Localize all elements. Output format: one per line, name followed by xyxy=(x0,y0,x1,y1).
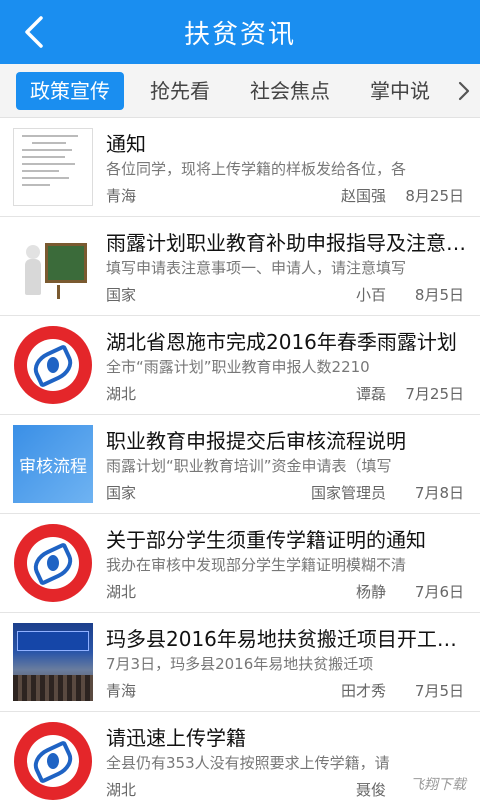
news-item[interactable]: 审核流程 职业教育申报提交后审核流程说明 雨露计划“职业教育培训”资金申请表（填… xyxy=(0,415,480,514)
audit-flow-thumbnail: 审核流程 xyxy=(13,425,93,503)
news-author: 小百 xyxy=(355,286,386,304)
poverty-info-badge-thumbnail xyxy=(13,326,93,404)
news-title: 玛多县2016年易地扶贫搬迁项目开工仪式 xyxy=(106,627,466,651)
news-item[interactable]: 请迅速上传学籍 全县仍有353人没有按照要求上传学籍，请 湖北 聂俊 xyxy=(0,712,480,800)
news-title: 雨露计划职业教育补助申报指导及注意事项 xyxy=(106,231,466,255)
back-button[interactable] xyxy=(14,12,54,52)
news-region: 国家 xyxy=(106,286,137,304)
news-date: 7月8日 xyxy=(414,484,464,502)
news-summary: 7月3日，玛多县2016年易地扶贫搬迁项 xyxy=(106,655,374,673)
news-region: 青海 xyxy=(106,682,137,700)
page-title: 扶贫资讯 xyxy=(183,19,296,50)
chevron-right-icon xyxy=(458,81,470,101)
news-date: 7月6日 xyxy=(414,583,464,601)
poverty-info-badge-thumbnail xyxy=(13,524,93,602)
news-item[interactable]: 通知 各位同学，现将上传学籍的样板发给各位，各 青海 赵国强 8月25日 xyxy=(0,118,480,217)
news-summary: 全市“雨露计划”职业教育申报人数2210 xyxy=(106,358,370,376)
news-item[interactable]: 湖北省恩施市完成2016年春季雨露计划 全市“雨露计划”职业教育申报人数2210… xyxy=(0,316,480,415)
category-tabs: 政策宣传 抢先看 社会焦点 掌中说 xyxy=(0,64,480,118)
news-region: 青海 xyxy=(106,187,137,205)
poverty-info-badge-thumbnail xyxy=(13,722,93,800)
news-author: 赵国强 xyxy=(340,187,386,205)
app-header: 扶贫资讯 xyxy=(0,0,480,64)
news-title: 通知 xyxy=(106,132,146,156)
news-item[interactable]: 雨露计划职业教育补助申报指导及注意事项 填写申请表注意事项一、申请人，请注意填写… xyxy=(0,217,480,316)
news-date: 8月5日 xyxy=(414,286,464,304)
news-summary: 我办在审核中发现部分学生学籍证明模糊不清 xyxy=(106,556,407,574)
news-region: 湖北 xyxy=(106,385,137,403)
document-thumbnail xyxy=(13,128,93,206)
news-title: 请迅速上传学籍 xyxy=(106,726,246,750)
news-date: 7月5日 xyxy=(414,682,464,700)
news-item[interactable]: 玛多县2016年易地扶贫搬迁项目开工仪式 7月3日，玛多县2016年易地扶贫搬迁… xyxy=(0,613,480,712)
news-author: 田才秀 xyxy=(340,682,386,700)
tab-social-focus[interactable]: 社会焦点 xyxy=(236,72,344,110)
news-item[interactable]: 关于部分学生须重传学籍证明的通知 我办在审核中发现部分学生学籍证明模糊不清 湖北… xyxy=(0,514,480,613)
tabs-scroll-right-button[interactable] xyxy=(446,64,480,117)
news-region: 湖北 xyxy=(106,583,137,601)
ceremony-photo-thumbnail xyxy=(13,623,93,701)
news-summary: 全县仍有353人没有按照要求上传学籍，请 xyxy=(106,754,390,772)
watermark-logo: 飞翔下载 xyxy=(410,777,466,793)
news-title: 职业教育申报提交后审核流程说明 xyxy=(106,429,406,453)
news-date: 8月25日 xyxy=(405,187,464,205)
news-region: 湖北 xyxy=(106,781,137,799)
news-title: 湖北省恩施市完成2016年春季雨露计划 xyxy=(106,330,457,354)
chevron-left-icon xyxy=(25,16,43,48)
news-author: 杨静 xyxy=(355,583,386,601)
news-author: 国家管理员 xyxy=(310,484,386,502)
tab-first-look[interactable]: 抢先看 xyxy=(136,72,224,110)
news-author: 谭磊 xyxy=(355,385,386,403)
news-list: 通知 各位同学，现将上传学籍的样板发给各位，各 青海 赵国强 8月25日 雨露计… xyxy=(0,118,480,800)
tab-policy[interactable]: 政策宣传 xyxy=(16,71,124,110)
news-summary: 各位同学，现将上传学籍的样板发给各位，各 xyxy=(106,160,407,178)
news-title: 关于部分学生须重传学籍证明的通知 xyxy=(106,528,426,552)
tab-palm-talk[interactable]: 掌中说 xyxy=(356,72,444,110)
news-region: 国家 xyxy=(106,484,137,502)
teacher-blackboard-thumbnail xyxy=(13,227,93,305)
news-summary: 雨露计划“职业教育培训”资金申请表（填写 xyxy=(106,457,392,475)
news-date: 7月25日 xyxy=(405,385,464,403)
news-summary: 填写申请表注意事项一、申请人，请注意填写 xyxy=(106,259,407,277)
news-author: 聂俊 xyxy=(355,781,386,799)
